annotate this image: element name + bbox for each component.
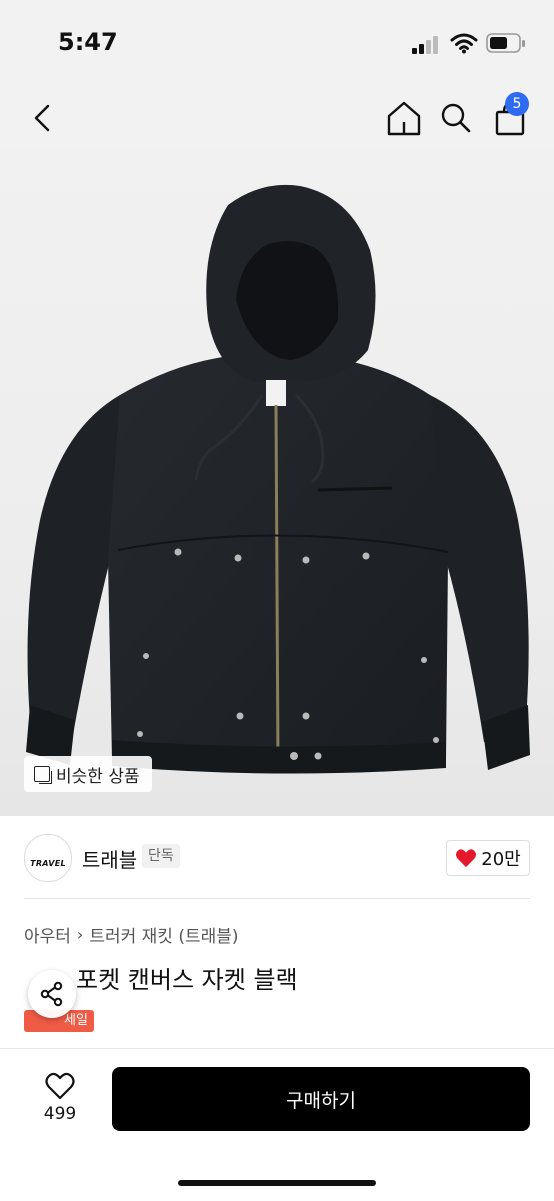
brand-like-button[interactable]: 20만 <box>446 840 530 876</box>
chevron-right-icon: › <box>76 925 84 944</box>
divider <box>24 898 530 899</box>
product-title-text: 포켓 캔버스 자켓 블랙 <box>76 966 298 994</box>
jacket-image <box>26 184 530 774</box>
exclusive-badge: 단독 <box>142 844 180 868</box>
brand-name[interactable]: 트래블 <box>82 844 137 873</box>
similar-products-label: 비슷한 상품 <box>56 766 140 787</box>
status-time: 5:47 <box>58 28 118 56</box>
similar-products-button[interactable]: 비슷한 상품 <box>24 756 152 792</box>
home-indicator <box>178 1180 376 1186</box>
copy-squares-icon <box>34 766 52 784</box>
cellular-signal-icon <box>412 34 442 54</box>
brand-logo[interactable]: TRAVEL <box>24 834 72 882</box>
share-button[interactable] <box>28 970 76 1018</box>
search-icon[interactable] <box>436 96 476 140</box>
brand-row: TRAVEL 트래블 단독 20만 <box>0 816 554 898</box>
breadcrumb-category[interactable]: 아우터 <box>24 922 71 947</box>
home-icon[interactable] <box>384 96 424 140</box>
heart-filled-icon <box>456 849 477 868</box>
wishlist-count: 499 <box>43 1104 77 1124</box>
status-bar: 5:47 <box>0 0 554 88</box>
share-icon <box>40 981 63 1007</box>
wifi-icon <box>450 33 478 54</box>
back-arrow-icon[interactable] <box>26 96 60 140</box>
product-image[interactable] <box>0 148 554 816</box>
sale-badge-text: 세일 <box>64 1013 88 1028</box>
wishlist-button[interactable]: 499 <box>36 1070 84 1130</box>
battery-icon <box>486 33 525 53</box>
buy-button[interactable]: 구매하기 <box>112 1067 530 1131</box>
breadcrumb-subcategory[interactable]: 트러커 재킷 (트래블) <box>89 922 238 947</box>
cart-count-badge: 5 <box>505 92 529 116</box>
top-nav-bar <box>0 88 554 148</box>
brand-logo-text: TRAVEL <box>30 858 66 868</box>
heart-outline-icon <box>45 1072 75 1100</box>
brand-like-count: 20만 <box>481 849 521 870</box>
breadcrumb: 아우터 › 트러커 재킷 (트래블) <box>24 922 239 947</box>
